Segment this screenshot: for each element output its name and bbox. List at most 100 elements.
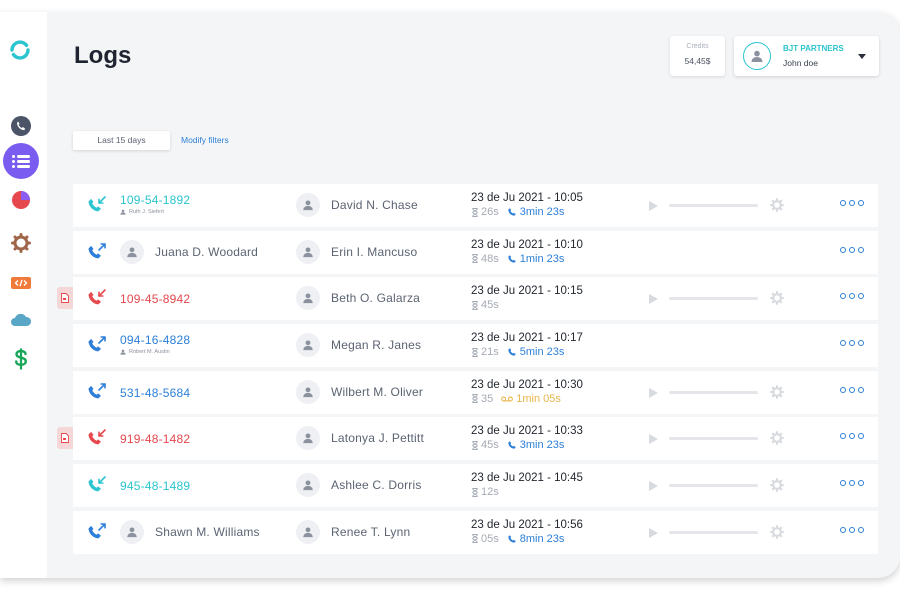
sidebar-item-gear[interactable] — [3, 225, 39, 261]
user-icon — [303, 433, 313, 444]
account-org: BJT PARTNERS — [783, 44, 844, 53]
hourglass-icon — [472, 534, 478, 544]
gear-icon[interactable] — [770, 524, 784, 539]
credits-value: 54,45$ — [684, 56, 711, 66]
sidebar-item-pie-chart[interactable] — [3, 182, 39, 218]
chevron-down-icon[interactable] — [858, 54, 866, 59]
table-row[interactable]: 109-54-1892 Ruth J. Siefert David N. Chase… — [73, 184, 878, 227]
avatar — [120, 519, 144, 544]
gear-icon[interactable] — [770, 431, 784, 446]
callee-name: Megan R. Janes — [331, 338, 422, 353]
more-options-button[interactable] — [840, 246, 864, 253]
wait-duration-text: 45s — [481, 299, 499, 312]
play-icon[interactable] — [647, 200, 659, 212]
hourglass-icon — [472, 300, 478, 310]
phone-number[interactable]: 531-48-5684 — [120, 386, 190, 400]
credits-label: Credits — [686, 43, 709, 50]
table-row[interactable]: 945-48-1489 Ashlee C. Dorris 23 de Ju 2021… — [73, 464, 878, 508]
user-icon — [127, 527, 137, 537]
flag-badge[interactable] — [57, 287, 73, 310]
callee: Renee T. Lynn — [296, 519, 410, 544]
talk-duration: 3min 23s — [507, 206, 564, 218]
wait-duration: 45s — [471, 439, 499, 451]
caller: Juana D. Woodard — [120, 239, 258, 264]
playback-bar[interactable] — [669, 297, 758, 301]
pie-chart-icon — [12, 191, 30, 209]
more-options-button[interactable] — [840, 293, 864, 300]
outgoing-call-icon — [88, 523, 106, 539]
phone-number[interactable]: 919-48-1482 — [120, 432, 190, 446]
play-icon[interactable] — [647, 433, 659, 445]
more-options-button[interactable] — [840, 340, 864, 347]
flag-badge[interactable] — [57, 427, 73, 450]
caller: Shawn M. Williams — [120, 519, 260, 544]
gear-icon[interactable] — [770, 384, 784, 399]
phone-icon — [508, 254, 516, 263]
more-options-button[interactable] — [840, 433, 864, 440]
user-icon — [303, 200, 313, 211]
sidebar-item-dollar[interactable] — [3, 341, 39, 377]
phone-number[interactable]: 094-16-4828 — [120, 333, 190, 347]
callee: Megan R. Janes — [296, 333, 422, 358]
date-range-filter[interactable]: Last 15 days — [73, 131, 170, 150]
callee-name: Beth O. Galarza — [331, 291, 421, 306]
play-icon[interactable] — [647, 387, 659, 399]
call-time: 23 de Ju 2021 - 10:15 45s — [471, 285, 583, 311]
table-row[interactable]: Shawn M. Williams Renee T. Lynn 23 de Ju 2… — [73, 510, 878, 554]
avatar — [296, 473, 320, 498]
hourglass-icon — [472, 394, 478, 404]
play-icon[interactable] — [647, 293, 659, 305]
call-date: 23 de Ju 2021 - 10:05 — [471, 192, 583, 204]
playback-bar[interactable] — [669, 437, 758, 441]
avatar — [296, 286, 320, 311]
table-row[interactable]: 919-48-1482 Latonya J. Pettitt 23 de Ju 20… — [57, 417, 878, 461]
user-icon — [303, 293, 313, 304]
table-row[interactable]: 531-48-5684 Wilbert M. Oliver 23 de Ju 202… — [73, 370, 878, 414]
sidebar-item-phone[interactable] — [3, 108, 39, 144]
talk-duration: 8min 23s — [507, 533, 564, 545]
playback-bar[interactable] — [669, 390, 758, 394]
phone-number[interactable]: 109-54-1892 — [120, 193, 190, 207]
callee: Erin I. Mancuso — [296, 239, 417, 264]
table-row[interactable]: 109-45-8942 Beth O. Galarza 23 de Ju 2021 … — [57, 277, 878, 321]
contact-name: Ruth J. Siefert — [120, 209, 164, 215]
hourglass-icon — [472, 487, 478, 497]
sidebar-item-list[interactable] — [3, 143, 39, 179]
gear-icon[interactable] — [770, 291, 784, 306]
more-options-button[interactable] — [840, 200, 864, 206]
gear-icon[interactable] — [770, 198, 784, 212]
account-switcher[interactable]: BJT PARTNERS John doe — [734, 36, 879, 76]
wait-duration: 35 — [471, 393, 493, 405]
recording-player — [643, 386, 763, 400]
callee-name: David N. Chase — [331, 198, 418, 212]
phone-number[interactable]: 109-45-8942 — [120, 292, 190, 306]
contact-name: Robert M. Austin — [120, 349, 170, 355]
call-date: 23 de Ju 2021 - 10:17 — [471, 332, 583, 345]
playback-bar[interactable] — [669, 484, 758, 488]
cloud-icon — [11, 313, 32, 326]
callee: Wilbert M. Oliver — [296, 379, 424, 404]
callee-name: Wilbert M. Oliver — [331, 384, 424, 399]
talk-duration-text: 3min 23s — [519, 439, 565, 452]
wait-duration-text: 48s — [481, 252, 499, 265]
document-icon — [61, 293, 69, 304]
call-time: 23 de Ju 2021 - 10:33 45s 3min 23s — [471, 425, 583, 451]
table-row[interactable]: 094-16-4828 Robert M. Austin Megan R. Jane… — [73, 324, 878, 368]
sidebar-item-cloud[interactable] — [3, 302, 39, 338]
credits-box: Credits 54,45$ — [670, 36, 725, 76]
wait-duration-text: 21s — [481, 346, 499, 359]
play-icon[interactable] — [647, 480, 659, 492]
play-icon[interactable] — [647, 527, 659, 539]
table-row[interactable]: Juana D. Woodard Erin I. Mancuso 23 de Ju … — [73, 230, 878, 274]
playback-bar[interactable] — [669, 204, 758, 207]
more-options-button[interactable] — [840, 526, 864, 533]
phone-number[interactable]: 945-48-1489 — [120, 479, 190, 493]
sidebar-item-code[interactable] — [3, 265, 39, 301]
gear-icon[interactable] — [770, 478, 784, 493]
outgoing-call-icon — [88, 336, 106, 352]
more-options-button[interactable] — [840, 386, 864, 393]
brand-logo-icon — [10, 40, 30, 60]
modify-filters-link[interactable]: Modify filters — [181, 135, 229, 145]
more-options-button[interactable] — [840, 480, 864, 487]
playback-bar[interactable] — [669, 530, 758, 534]
